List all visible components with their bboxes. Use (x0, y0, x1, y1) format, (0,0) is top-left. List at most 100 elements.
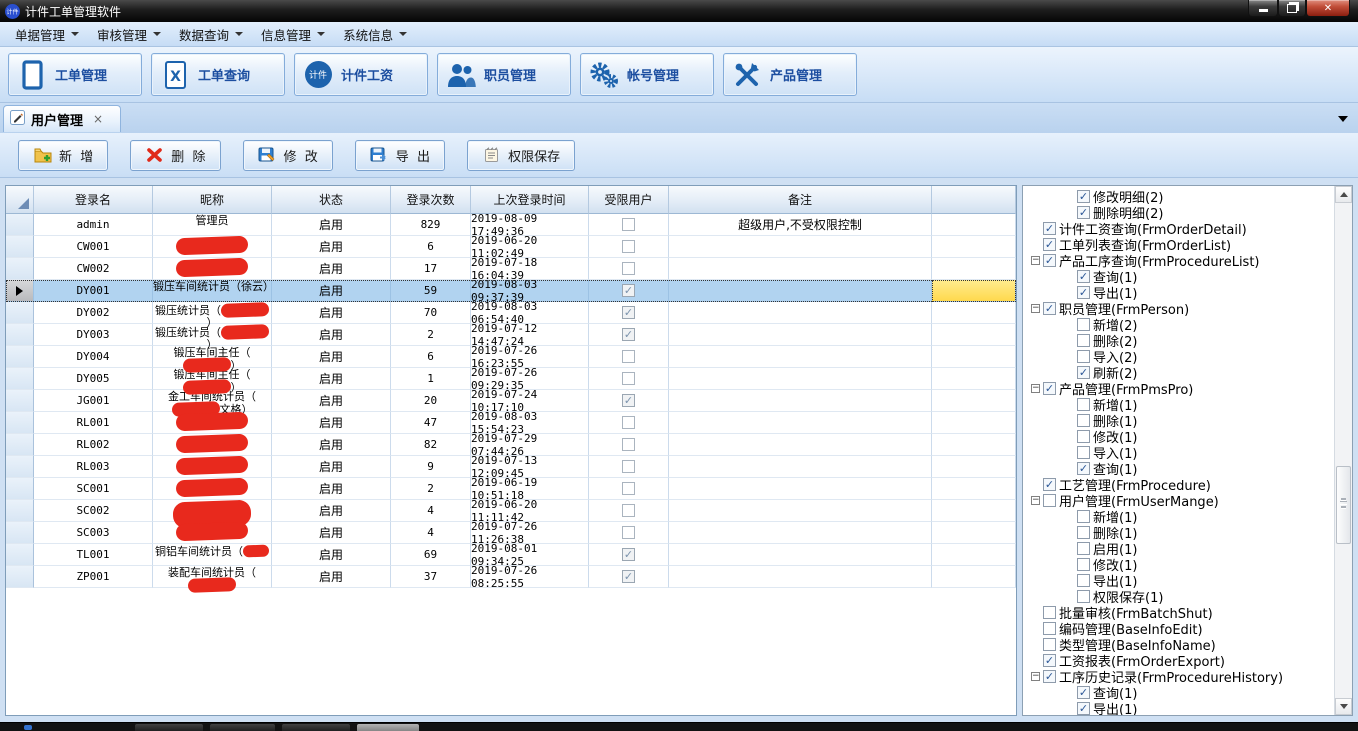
action-button[interactable]: 新 增 (18, 140, 108, 171)
limited-user-checkbox[interactable] (622, 416, 635, 429)
tree-item[interactable]: − 删除(1) (1023, 524, 1335, 540)
tab-list-dropdown-icon[interactable] (1338, 116, 1348, 122)
tree-item[interactable]: − 修改(1) (1023, 556, 1335, 572)
toolbar-button[interactable]: 工单管理 (8, 53, 142, 96)
tree-item[interactable]: − ✓ 导出(1) (1023, 700, 1335, 715)
table-row[interactable]: CW001 启用 6 2019-06-20 11:02:49 (6, 236, 1016, 258)
title-bar[interactable]: 计件 计件工单管理软件 ✕ (0, 0, 1358, 22)
table-row[interactable]: RL003 启用 9 2019-07-13 12:09:45 (6, 456, 1016, 478)
limited-user-checkbox[interactable]: ✓ (622, 306, 635, 319)
limited-user-checkbox[interactable] (622, 438, 635, 451)
limited-user-checkbox[interactable]: ✓ (622, 548, 635, 561)
limited-user-checkbox[interactable] (622, 526, 635, 539)
table-row[interactable]: DY002 锻压统计员（） 启用 70 2019-08-03 06:54:40 … (6, 302, 1016, 324)
expand-toggle-icon[interactable]: − (1031, 496, 1040, 505)
column-header-login-count[interactable]: 登录次数 (391, 186, 471, 214)
row-header[interactable] (6, 544, 34, 566)
column-header-nickname[interactable]: 昵称 (153, 186, 272, 214)
tree-checkbox[interactable]: ✓ (1043, 382, 1056, 395)
limited-user-checkbox[interactable] (622, 240, 635, 253)
menu-item[interactable]: 系统信息 (334, 22, 416, 47)
row-header[interactable] (6, 214, 34, 236)
table-row[interactable]: TL001 铜铝车间统计员（ 启用 69 2019-08-01 09:34:25… (6, 544, 1016, 566)
minimize-button[interactable] (1248, 0, 1278, 17)
row-header[interactable] (6, 456, 34, 478)
menu-item[interactable]: 审核管理 (88, 22, 170, 47)
restore-button[interactable] (1278, 0, 1306, 17)
tree-item[interactable]: − 新增(2) (1023, 316, 1335, 332)
tree-item[interactable]: − 导入(2) (1023, 348, 1335, 364)
tab-user-management[interactable]: 用户管理 × (3, 105, 121, 132)
row-header[interactable] (6, 324, 34, 346)
tree-checkbox[interactable] (1043, 622, 1056, 635)
tree-item[interactable]: − ✓ 职员管理(FrmPerson) (1023, 300, 1335, 316)
table-row[interactable]: SC002 启用 4 2019-06-20 11:11:42 (6, 500, 1016, 522)
limited-user-checkbox[interactable]: ✓ (622, 284, 635, 297)
tree-item[interactable]: − 删除(2) (1023, 332, 1335, 348)
limited-user-checkbox[interactable] (622, 350, 635, 363)
column-header-last-login[interactable]: 上次登录时间 (471, 186, 589, 214)
action-button[interactable]: 修 改 (243, 140, 333, 171)
toolbar-button[interactable]: 职员管理 (437, 53, 571, 96)
tree-checkbox[interactable]: ✓ (1077, 462, 1090, 475)
menu-item[interactable]: 单据管理 (6, 22, 88, 47)
limited-user-checkbox[interactable] (622, 482, 635, 495)
tree-checkbox[interactable]: ✓ (1043, 302, 1056, 315)
tree-item[interactable]: − 新增(1) (1023, 396, 1335, 412)
row-header[interactable] (6, 368, 34, 390)
tree-checkbox[interactable]: ✓ (1043, 654, 1056, 667)
tree-checkbox[interactable] (1077, 318, 1090, 331)
column-header-status[interactable]: 状态 (272, 186, 391, 214)
tree-item[interactable]: − ✓ 工序历史记录(FrmProcedureHistory) (1023, 668, 1335, 684)
expand-toggle-icon[interactable]: − (1031, 256, 1040, 265)
toolbar-button[interactable]: X 工单查询 (151, 53, 285, 96)
row-header[interactable] (6, 500, 34, 522)
tree-item[interactable]: − ✓ 产品工序查询(FrmProcedureList) (1023, 252, 1335, 268)
scrollbar-thumb[interactable] (1336, 466, 1351, 544)
toolbar-button[interactable]: 计件 计件工资 (294, 53, 428, 96)
limited-user-checkbox[interactable] (622, 372, 635, 385)
tree-checkbox[interactable] (1077, 574, 1090, 587)
expand-toggle-icon[interactable]: − (1031, 672, 1040, 681)
action-button[interactable]: 权限保存 (467, 140, 575, 171)
tree-checkbox[interactable]: ✓ (1077, 686, 1090, 699)
tree-checkbox[interactable]: ✓ (1043, 254, 1056, 267)
tree-checkbox[interactable] (1077, 350, 1090, 363)
scroll-down-button[interactable] (1335, 698, 1352, 715)
tree-checkbox[interactable] (1077, 430, 1090, 443)
tree-item[interactable]: − 新增(1) (1023, 508, 1335, 524)
tree-checkbox[interactable]: ✓ (1043, 222, 1056, 235)
limited-user-checkbox[interactable] (622, 218, 635, 231)
tree-checkbox[interactable]: ✓ (1077, 702, 1090, 715)
row-header[interactable] (6, 522, 34, 544)
tree-checkbox[interactable] (1077, 398, 1090, 411)
toolbar-button[interactable]: 帐号管理 (580, 53, 714, 96)
tree-checkbox[interactable]: ✓ (1043, 670, 1056, 683)
tree-checkbox[interactable] (1077, 558, 1090, 571)
tree-checkbox[interactable] (1077, 446, 1090, 459)
tree-item[interactable]: − ✓ 修改明细(2) (1023, 188, 1335, 204)
tree-checkbox[interactable]: ✓ (1043, 238, 1056, 251)
table-row[interactable]: DY001 锻压车间统计员（徐云） 启用 59 2019-08-03 09:37… (6, 280, 1016, 302)
limited-user-checkbox[interactable]: ✓ (622, 570, 635, 583)
tree-item[interactable]: − ✓ 查询(1) (1023, 684, 1335, 700)
tree-scrollbar[interactable] (1334, 186, 1352, 715)
expand-toggle-icon[interactable]: − (1031, 304, 1040, 313)
tree-checkbox[interactable]: ✓ (1077, 206, 1090, 219)
tree-checkbox[interactable] (1077, 542, 1090, 555)
tree-checkbox[interactable] (1077, 590, 1090, 603)
table-row[interactable]: CW002 启用 17 2019-07-18 16:04:39 (6, 258, 1016, 280)
table-row[interactable]: DY003 锻压统计员（） 启用 2 2019-07-12 14:47:24 ✓ (6, 324, 1016, 346)
limited-user-checkbox[interactable] (622, 262, 635, 275)
row-header[interactable] (6, 280, 34, 302)
column-header-limited[interactable]: 受限用户 (589, 186, 669, 214)
row-header[interactable] (6, 566, 34, 588)
table-row[interactable]: JG001 金工车间统计员（文格） 启用 20 2019-07-24 10:17… (6, 390, 1016, 412)
toolbar-button[interactable]: 产品管理 (723, 53, 857, 96)
expand-toggle-icon[interactable]: − (1031, 384, 1040, 393)
tree-item[interactable]: − 启用(1) (1023, 540, 1335, 556)
action-button[interactable]: 导 出 (355, 140, 445, 171)
tree-checkbox[interactable] (1043, 494, 1056, 507)
table-row[interactable]: SC003 启用 4 2019-07-26 11:26:38 (6, 522, 1016, 544)
close-button[interactable]: ✕ (1306, 0, 1350, 17)
